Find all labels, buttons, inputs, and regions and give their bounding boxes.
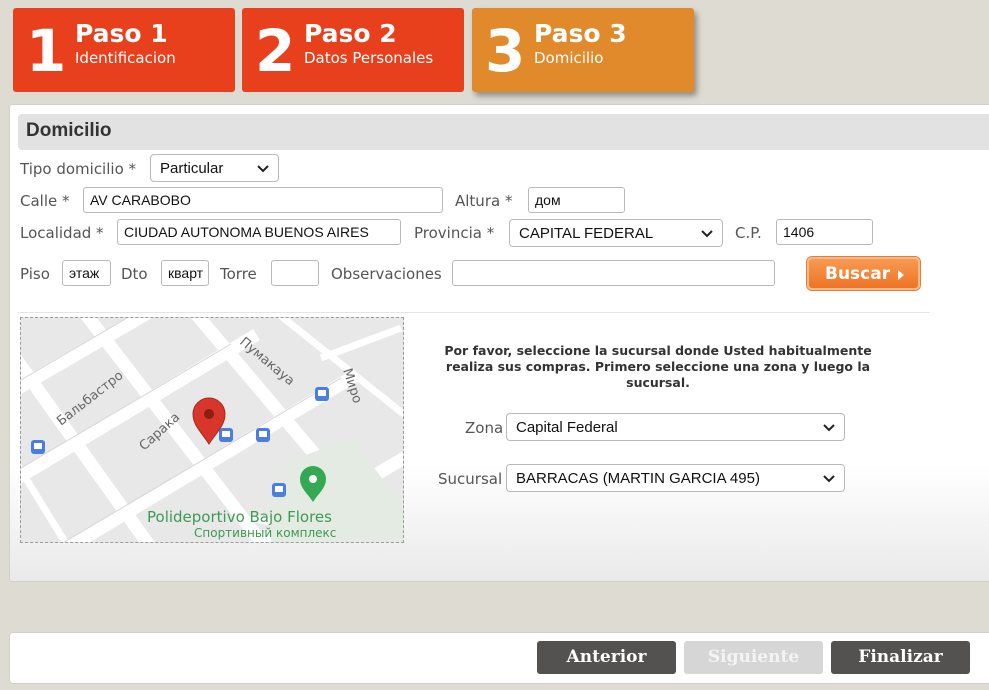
calle-input[interactable]: AV CARABOBO <box>83 187 443 213</box>
bus-stop-icon <box>219 428 233 442</box>
sucursal-label: Sucursal <box>438 470 503 488</box>
localidad-input[interactable]: CIUDAD AUTONOMA BUENOS AIRES <box>117 219 401 245</box>
buscar-label: Buscar <box>825 264 891 284</box>
provincia-select[interactable]: CAPITAL FEDERAL <box>509 219 723 247</box>
chevron-down-icon <box>701 230 713 238</box>
chevron-down-icon <box>823 475 835 483</box>
map-place-subtitle: Спортивный комплекс <box>194 526 336 540</box>
tipo-domicilio-select[interactable]: Particular <box>150 154 279 182</box>
altura-input[interactable]: дом <box>528 187 625 213</box>
buscar-button[interactable]: Buscar <box>807 257 920 290</box>
step-1[interactable]: 1 Paso 1 Identificacion <box>13 8 235 92</box>
finalizar-button[interactable]: Finalizar <box>831 641 970 674</box>
step-1-number: 1 <box>26 17 67 85</box>
section-header: Domicilio <box>18 114 989 150</box>
step-2[interactable]: 2 Paso 2 Datos Personales <box>242 8 464 92</box>
step-2-title: Paso 2 <box>304 19 397 48</box>
tipo-domicilio-value: Particular <box>160 160 224 177</box>
sucursal-value: BARRACAS (MARTIN GARCIA 495) <box>516 470 760 487</box>
step-3[interactable]: 3 Paso 3 Domicilio <box>472 8 694 92</box>
bus-stop-icon <box>272 483 286 497</box>
map-canvas: Бальбастро Пумакауа Миро Сарака Polidepo… <box>21 318 403 542</box>
bus-stop-icon <box>315 387 329 401</box>
chevron-down-icon <box>823 424 835 432</box>
siguiente-button[interactable]: Siguiente <box>684 641 823 674</box>
step-2-number: 2 <box>255 17 296 85</box>
step-3-number: 3 <box>485 17 526 85</box>
branch-instructions-line-2: realiza sus compras. Primero seleccione … <box>445 359 871 390</box>
zona-value: Capital Federal <box>516 419 618 436</box>
branch-instructions: Por favor, seleccione la sucursal donde … <box>413 343 903 391</box>
provincia-value: CAPITAL FEDERAL <box>519 225 654 242</box>
torre-input[interactable] <box>271 260 319 286</box>
step-3-subtitle: Domicilio <box>534 49 604 67</box>
step-1-subtitle: Identificacion <box>75 49 176 67</box>
bus-stop-icon <box>256 428 270 442</box>
zona-label: Zona <box>465 419 504 437</box>
branch-instructions-line-1: Por favor, seleccione la sucursal donde … <box>444 343 872 358</box>
localidad-label: Localidad * <box>20 224 104 242</box>
dto-label: Dto <box>121 265 148 283</box>
step-3-title: Paso 3 <box>534 19 627 48</box>
dto-input[interactable]: кварт <box>161 260 209 286</box>
map[interactable]: Бальбастро Пумакауа Миро Сарака Polidepo… <box>20 317 404 543</box>
anterior-button[interactable]: Anterior <box>537 641 676 674</box>
piso-input[interactable]: этаж <box>62 260 111 286</box>
footer-bar: Anterior Siguiente Finalizar <box>9 632 989 684</box>
observaciones-input[interactable] <box>452 260 775 286</box>
altura-label: Altura * <box>455 192 513 210</box>
provincia-label: Provincia * <box>414 224 495 242</box>
map-place-name: Polideportivo Bajo Flores <box>147 508 332 526</box>
calle-label: Calle * <box>20 192 70 210</box>
step-2-subtitle: Datos Personales <box>304 49 434 67</box>
cp-input[interactable]: 1406 <box>776 219 873 245</box>
cp-label: C.P. <box>735 224 762 242</box>
observaciones-label: Observaciones <box>331 265 442 283</box>
tipo-domicilio-label: Tipo domicilio * <box>20 160 137 178</box>
step-1-title: Paso 1 <box>75 19 168 48</box>
piso-label: Piso <box>20 265 50 283</box>
torre-label: Torre <box>220 265 257 283</box>
section-title: Domicilio <box>26 120 112 141</box>
address-panel: Domicilio Tipo domicilio * Particular Ca… <box>9 104 989 582</box>
bus-stop-icon <box>31 440 45 454</box>
zona-select[interactable]: Capital Federal <box>506 413 845 441</box>
sucursal-select[interactable]: BARRACAS (MARTIN GARCIA 495) <box>506 464 845 492</box>
divider <box>18 312 930 313</box>
chevron-down-icon <box>257 165 269 173</box>
arrow-right-icon <box>898 270 904 280</box>
